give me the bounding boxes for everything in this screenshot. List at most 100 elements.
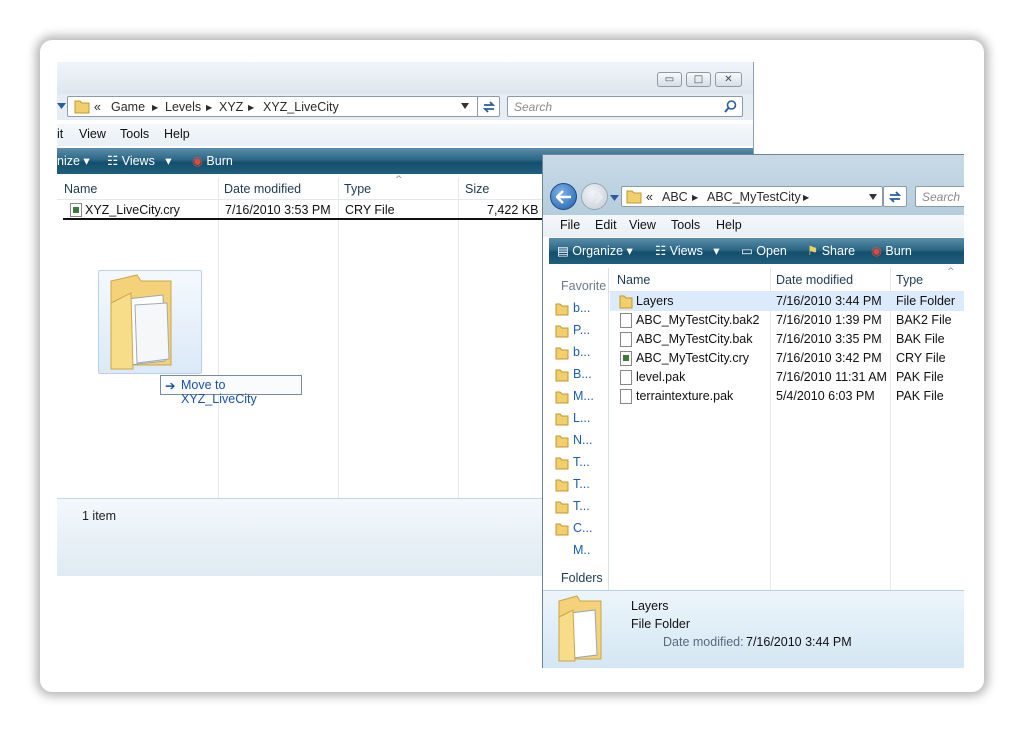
burn-label: Burn bbox=[206, 154, 233, 168]
file-date: 5/4/2010 6:03 PM bbox=[776, 389, 875, 403]
folder-icon bbox=[555, 435, 569, 448]
menu-file[interactable]: File bbox=[560, 218, 580, 232]
search-input[interactable]: Search bbox=[507, 96, 743, 117]
maximize-button[interactable]: □ bbox=[686, 72, 711, 87]
folder-icon bbox=[555, 479, 569, 492]
column-date-modified[interactable]: Date modified bbox=[776, 273, 853, 287]
refresh-button[interactable] bbox=[477, 96, 500, 117]
burn-label: Burn bbox=[885, 244, 912, 258]
chevron-right-icon[interactable]: ▶ bbox=[248, 103, 254, 112]
open-icon: ▭ bbox=[741, 244, 753, 258]
folder-icon bbox=[558, 595, 602, 662]
file-date: 7/16/2010 11:31 AM bbox=[776, 370, 887, 384]
views-icon: ☷ bbox=[655, 244, 667, 258]
table-row[interactable]: level.pak 7/16/2010 11:31 AM PAK File bbox=[610, 368, 964, 387]
organize-button[interactable]: ▤ Organize ▾ bbox=[557, 243, 633, 258]
menu-tools[interactable]: Tools bbox=[120, 127, 149, 141]
breadcrumb-overflow[interactable]: « bbox=[94, 100, 101, 114]
close-button[interactable]: ✕ bbox=[715, 72, 742, 87]
breadcrumb-game[interactable]: Game bbox=[111, 100, 145, 114]
breadcrumb-abc-mytestcity[interactable]: ABC_MyTestCity bbox=[707, 190, 801, 204]
column-name[interactable]: Name bbox=[64, 182, 97, 196]
organize-label: nize bbox=[57, 154, 80, 168]
burn-button[interactable]: ◉ Burn bbox=[192, 153, 233, 168]
sidebar-item-label: N... bbox=[573, 433, 593, 447]
column-type[interactable]: Type bbox=[344, 182, 371, 196]
table-row[interactable]: terraintexture.pak 5/4/2010 6:03 PM PAK Fi… bbox=[610, 387, 964, 406]
views-button[interactable]: ☷ Views ▾ bbox=[655, 243, 720, 258]
table-row[interactable]: ABC_MyTestCity.bak 7/16/2010 3:35 PM BAK F… bbox=[610, 330, 964, 349]
menu-help[interactable]: Help bbox=[164, 127, 190, 141]
refresh-button[interactable] bbox=[883, 186, 907, 207]
nav-dropdown-icon[interactable] bbox=[57, 102, 67, 110]
burn-button[interactable]: ◉ Burn bbox=[871, 243, 912, 258]
menu-edit[interactable]: it bbox=[57, 127, 63, 141]
table-row[interactable]: XYZ_LiveCity.cry 7/16/2010 3:53 PM CRY F… bbox=[63, 201, 543, 220]
breadcrumb-abc[interactable]: ABC bbox=[662, 190, 688, 204]
menu-tools[interactable]: Tools bbox=[671, 218, 700, 232]
explorer-window-abc: « ABC ▶ ABC_MyTestCity ▶ Search File Edi… bbox=[542, 154, 964, 668]
chevron-down-icon[interactable] bbox=[461, 103, 470, 110]
folder-icon bbox=[74, 100, 90, 114]
folder-icon bbox=[626, 190, 642, 204]
back-button[interactable] bbox=[550, 183, 577, 210]
breadcrumb-levels[interactable]: Levels bbox=[165, 100, 201, 114]
recent-pages-dropdown-icon[interactable] bbox=[610, 194, 620, 202]
file-icon bbox=[620, 313, 632, 328]
organize-button[interactable]: nize ▾ bbox=[57, 153, 90, 168]
navigation-pane: Favorite b... P... b... B... M... L... N... T..… bbox=[549, 268, 609, 590]
table-row[interactable]: ABC_MyTestCity.bak2 7/16/2010 1:39 PM BAK2… bbox=[610, 311, 964, 330]
file-name: Layers bbox=[636, 294, 674, 308]
breadcrumb-xyz[interactable]: XYZ bbox=[219, 100, 243, 114]
menu-help[interactable]: Help bbox=[716, 218, 742, 232]
menu-bar: File Edit View Tools Help bbox=[543, 215, 964, 237]
menu-edit[interactable]: Edit bbox=[595, 218, 617, 232]
address-bar[interactable]: « ABC ▶ ABC_MyTestCity ▶ bbox=[621, 186, 883, 207]
folders-toggle[interactable]: Folders bbox=[561, 571, 603, 591]
forward-button[interactable] bbox=[581, 183, 608, 210]
chevron-down-icon[interactable] bbox=[869, 194, 878, 201]
column-type[interactable]: Type bbox=[896, 273, 923, 287]
file-type: File Folder bbox=[896, 294, 956, 308]
sidebar-item-label: P... bbox=[573, 323, 591, 337]
sidebar-item-label: C... bbox=[573, 521, 593, 535]
file-name: ABC_MyTestCity.bak2 bbox=[636, 313, 760, 327]
cry-file-icon bbox=[70, 203, 82, 217]
file-name: ABC_MyTestCity.bak bbox=[636, 332, 753, 346]
chevron-right-icon[interactable]: ▶ bbox=[152, 103, 158, 112]
share-button[interactable]: ⚑ Share bbox=[807, 243, 855, 258]
drag-ghost bbox=[98, 270, 202, 374]
chevron-right-icon[interactable]: ▶ bbox=[803, 193, 809, 202]
file-date: 7/16/2010 3:44 PM bbox=[776, 294, 882, 308]
folder-icon bbox=[555, 369, 569, 382]
folder-icon bbox=[555, 501, 569, 514]
chevron-right-icon[interactable]: ▶ bbox=[692, 193, 698, 202]
views-icon: ☷ bbox=[107, 154, 119, 168]
detail-date-value: 7/16/2010 3:44 PM bbox=[746, 635, 852, 649]
folder-icon bbox=[110, 274, 172, 370]
breadcrumb-overflow[interactable]: « bbox=[646, 190, 653, 204]
chevron-right-icon[interactable]: ▶ bbox=[206, 103, 212, 112]
sidebar-item-label: b... bbox=[573, 345, 591, 359]
menu-view[interactable]: View bbox=[79, 127, 106, 141]
file-date: 7/16/2010 3:53 PM bbox=[225, 203, 331, 217]
minimize-button[interactable]: ▭ bbox=[657, 72, 682, 87]
file-icon bbox=[620, 332, 632, 347]
column-headers: Name Date modified Type ^ bbox=[609, 267, 964, 292]
column-name[interactable]: Name bbox=[617, 273, 650, 287]
search-input[interactable]: Search bbox=[915, 186, 964, 207]
views-button[interactable]: ☷ Views ▾ bbox=[107, 153, 172, 168]
open-button[interactable]: ▭ Open bbox=[741, 243, 787, 258]
tooltip-text: Move to XYZ_LiveCity bbox=[181, 378, 257, 406]
table-row[interactable]: Layers 7/16/2010 3:44 PM File Folder bbox=[610, 292, 964, 311]
file-name: terraintexture.pak bbox=[636, 389, 734, 403]
folder-icon bbox=[555, 457, 569, 470]
table-row[interactable]: ABC_MyTestCity.cry 7/16/2010 3:42 PM CRY F… bbox=[610, 349, 964, 368]
search-icon[interactable] bbox=[723, 99, 738, 114]
burn-icon: ◉ bbox=[871, 244, 882, 258]
menu-view[interactable]: View bbox=[629, 218, 656, 232]
column-date-modified[interactable]: Date modified bbox=[224, 182, 301, 196]
address-bar[interactable]: « Game ▶ Levels ▶ XYZ ▶ XYZ_LiveCity bbox=[67, 96, 499, 117]
breadcrumb-xyz-livecity[interactable]: XYZ_LiveCity bbox=[263, 100, 339, 114]
column-size[interactable]: Size bbox=[465, 182, 489, 196]
